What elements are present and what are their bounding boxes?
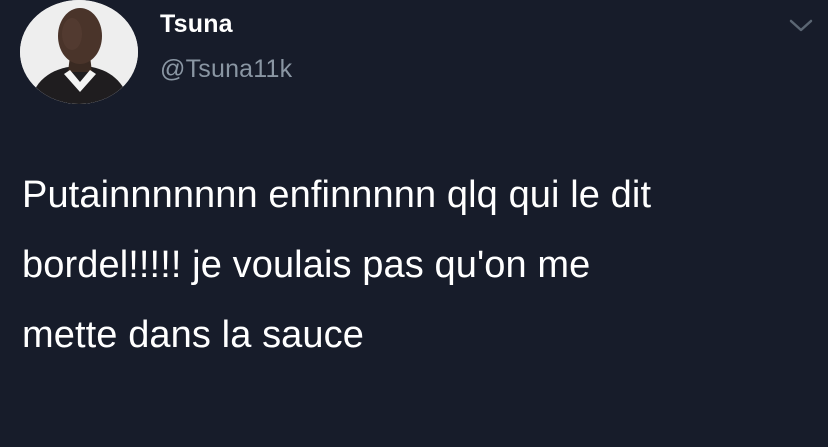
tweet-card: Tsuna @Tsuna11k Putainnnnnnn enfinnnnn q… [0, 0, 828, 447]
author-name[interactable]: Tsuna [160, 10, 233, 39]
avatar[interactable] [20, 0, 138, 104]
chevron-down-icon [789, 19, 813, 32]
tweet-menu-button[interactable] [786, 16, 816, 36]
tweet-text: Putainnnnnnn enfinnnnn qlq qui le dit bo… [22, 174, 652, 356]
author-handle[interactable]: @Tsuna11k [160, 55, 292, 84]
user-avatar-icon [20, 0, 138, 104]
